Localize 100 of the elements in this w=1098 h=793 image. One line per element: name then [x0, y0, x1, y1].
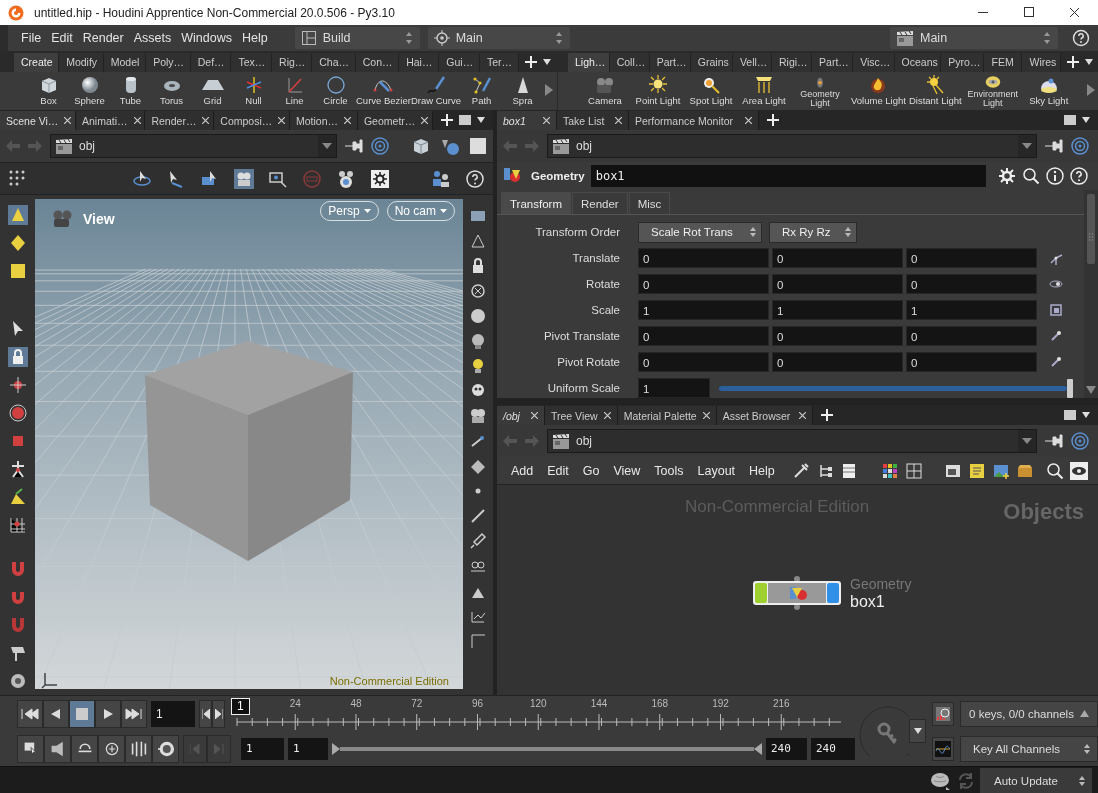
start-frame-field[interactable]: 1: [241, 737, 284, 760]
menu-item[interactable]: Edit: [46, 31, 78, 45]
shelf-tool[interactable]: Distant Light: [908, 72, 962, 106]
path-field[interactable]: obj: [547, 134, 1037, 158]
shelf-tab[interactable]: Hai…: [399, 53, 440, 72]
number-field[interactable]: 0: [772, 274, 903, 294]
shelf-tool[interactable]: Spra: [502, 72, 544, 106]
shelf-tab[interactable]: Visc…: [853, 53, 895, 72]
menu-item[interactable]: Windows: [176, 31, 237, 45]
parameter-dropdown[interactable]: Rx Ry Rz: [769, 221, 857, 243]
menu-item[interactable]: Help: [236, 31, 273, 45]
shelf-tab[interactable]: Modify: [59, 53, 104, 72]
context-dropdown[interactable]: Main: [427, 27, 570, 49]
shelf-tab[interactable]: Rigi…: [772, 53, 813, 72]
menu-item[interactable]: Edit: [543, 463, 573, 478]
shelf-tool[interactable]: Line: [274, 72, 315, 106]
shelf-tab[interactable]: Rig…: [272, 53, 313, 72]
number-field[interactable]: 1: [638, 378, 710, 398]
shelf-tab[interactable]: Part…: [649, 53, 691, 72]
shelf-tool[interactable]: Curve Bezier: [356, 72, 411, 106]
shelf-tab[interactable]: Tex…: [231, 53, 273, 72]
shelf-tool[interactable]: Box: [28, 72, 69, 106]
shelf-tab[interactable]: FEM: [984, 53, 1023, 72]
pane-tab[interactable]: Take List: [557, 111, 629, 130]
shelf-tool[interactable]: Spot Light: [686, 72, 736, 106]
shelf-tab[interactable]: Vell…: [732, 53, 772, 72]
number-field[interactable]: 0: [906, 352, 1037, 372]
shelf-tab[interactable]: Pyro…: [941, 53, 985, 72]
node-name-field[interactable]: box1: [590, 165, 986, 187]
number-field[interactable]: 0: [906, 274, 1037, 294]
shelf-tab[interactable]: Create: [14, 53, 60, 72]
pane-tab[interactable]: Render…: [145, 111, 215, 130]
menu-item[interactable]: Layout: [693, 463, 740, 478]
number-field[interactable]: 1: [906, 300, 1037, 320]
shelf-tool[interactable]: Sky Light: [1023, 72, 1074, 106]
pane-tab[interactable]: Performance Monitor: [629, 111, 759, 130]
desktop-dropdown[interactable]: Build: [294, 27, 420, 49]
shelf-tool[interactable]: Tube: [110, 72, 151, 106]
menu-item[interactable]: Assets: [128, 31, 177, 45]
update-mode-dropdown[interactable]: Auto Update: [980, 768, 1092, 793]
shelf-tool[interactable]: Torus: [151, 72, 192, 106]
menu-item[interactable]: File: [16, 31, 47, 45]
shelf-tab[interactable]: Con…: [355, 53, 400, 72]
folder-tab[interactable]: Transform: [501, 192, 571, 214]
number-field[interactable]: 0: [638, 326, 769, 346]
context-dropdown[interactable]: Main: [890, 27, 1058, 49]
shelf-tab[interactable]: Cha…: [312, 53, 356, 72]
menu-item[interactable]: View: [609, 463, 645, 478]
pane-tab[interactable]: Scene Vi…: [0, 111, 76, 130]
shelf-tool[interactable]: Path: [461, 72, 503, 106]
shelf-tool[interactable]: Environment Light: [964, 72, 1021, 108]
shelf-tool[interactable]: Camera: [580, 72, 630, 106]
frame-field[interactable]: 1: [151, 700, 195, 727]
parameter-dropdown[interactable]: Scale Rot Trans: [638, 221, 762, 243]
keys-button[interactable]: 0 keys, 0/0 channels: [960, 700, 1098, 727]
folder-tab[interactable]: Misc: [628, 192, 671, 214]
pane-tab[interactable]: Geometr…: [357, 111, 433, 130]
pane-tab[interactable]: Motion…: [289, 111, 358, 130]
current-frame-marker[interactable]: 1: [231, 697, 250, 715]
number-field[interactable]: 0: [638, 248, 769, 268]
folder-tab[interactable]: Render: [572, 192, 628, 214]
end-frame-field[interactable]: 240: [811, 737, 855, 760]
number-field[interactable]: 0: [772, 248, 903, 268]
range-end-field[interactable]: 240: [766, 737, 807, 760]
shelf-tool[interactable]: Sphere: [69, 72, 110, 106]
pane-tab[interactable]: Animati…: [76, 111, 146, 130]
shelf-tab[interactable]: Poly…: [146, 53, 191, 72]
pane-tab[interactable]: box1: [497, 111, 557, 130]
shelf-tab[interactable]: Wires: [1022, 53, 1061, 72]
shelf-tool[interactable]: Volume Light: [851, 72, 906, 106]
menu-item[interactable]: Render: [77, 31, 129, 45]
pane-tab[interactable]: Asset Browser: [716, 406, 813, 425]
shelf-tool[interactable]: Point Light: [633, 72, 683, 106]
shelf-tab[interactable]: Grains: [690, 53, 733, 72]
shelf-tool[interactable]: Null: [233, 72, 274, 106]
pane-tab[interactable]: /obj: [497, 406, 545, 425]
shelf-tab[interactable]: Coll…: [609, 53, 650, 72]
pane-tab[interactable]: Tree View: [545, 406, 618, 425]
number-field[interactable]: 0: [772, 352, 903, 372]
shelf-tab[interactable]: Model: [103, 53, 147, 72]
path-field[interactable]: obj: [547, 429, 1037, 453]
shelf-tab[interactable]: Ter…: [480, 53, 519, 72]
number-field[interactable]: 0: [906, 248, 1037, 268]
shelf-tab[interactable]: Part…: [812, 53, 854, 72]
shelf-tab[interactable]: Ligh…: [568, 53, 610, 72]
pane-tab[interactable]: Composi…: [214, 111, 290, 130]
menu-item[interactable]: Add: [507, 463, 538, 478]
shelf-tab[interactable]: Oceans: [894, 53, 942, 72]
shelf-tab[interactable]: Gui…: [439, 53, 480, 72]
number-field[interactable]: 0: [906, 326, 1037, 346]
menu-item[interactable]: Tools: [650, 463, 688, 478]
shelf-tab[interactable]: Def…: [190, 53, 232, 72]
menu-item[interactable]: Go: [578, 463, 604, 478]
shelf-tool[interactable]: Circle: [315, 72, 356, 106]
number-field[interactable]: 0: [638, 352, 769, 372]
number-field[interactable]: 0: [772, 326, 903, 346]
shelf-tool[interactable]: Area Light: [739, 72, 789, 106]
number-field[interactable]: 1: [638, 300, 769, 320]
number-field[interactable]: 1: [772, 300, 903, 320]
shelf-tool[interactable]: Geometry Light: [792, 72, 848, 108]
